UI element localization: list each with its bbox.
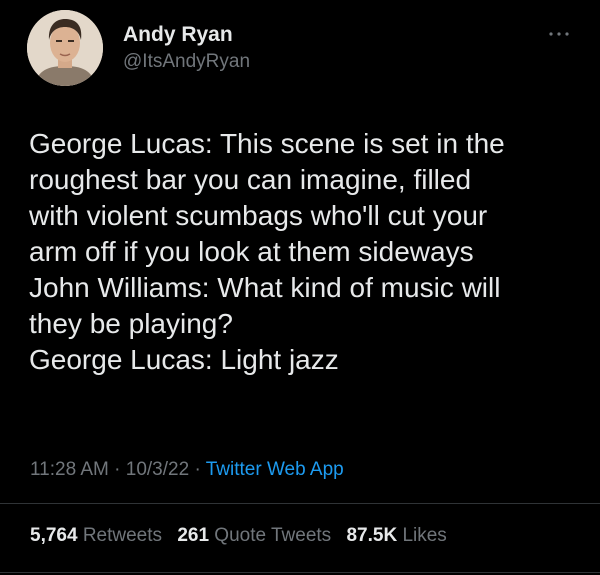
tweet-text-line: roughest bar you can imagine, filled	[29, 164, 472, 195]
retweets-stat[interactable]: 5,764 Retweets	[30, 525, 167, 546]
quote-tweets-count: 261	[177, 525, 210, 546]
likes-stat[interactable]: 87.5K Likes	[346, 525, 446, 546]
avatar-portrait-icon	[27, 10, 103, 86]
tweet: Andy Ryan @ItsAndyRyan George Lucas: Thi…	[0, 0, 600, 575]
tweet-stats: 5,764 Retweets 261 Quote Tweets 87.5K Li…	[30, 525, 447, 547]
tweet-meta: 11:28 AM · 10/3/22 · Twitter Web App	[30, 459, 344, 481]
quote-tweets-stat[interactable]: 261 Quote Tweets	[177, 525, 336, 546]
tweet-time[interactable]: 11:28 AM	[30, 459, 109, 480]
quote-tweets-label: Quote Tweets	[214, 525, 332, 546]
meta-separator: ·	[194, 459, 201, 480]
divider	[0, 503, 600, 504]
retweets-count: 5,764	[30, 525, 78, 546]
tweet-text-line: they be playing?	[29, 308, 233, 339]
tweet-date[interactable]: 10/3/22	[126, 459, 189, 480]
divider	[0, 572, 600, 573]
tweet-source-link[interactable]: Twitter Web App	[206, 459, 344, 480]
tweet-text-line: arm off if you look at them sideways	[29, 236, 474, 267]
author-handle[interactable]: @ItsAndyRyan	[123, 51, 250, 73]
meta-separator: ·	[114, 459, 121, 480]
author-name[interactable]: Andy Ryan	[123, 23, 233, 47]
more-horizontal-icon[interactable]	[547, 29, 571, 39]
likes-label: Likes	[402, 525, 447, 546]
tweet-text: George Lucas: This scene is set in the r…	[29, 126, 589, 378]
retweets-label: Retweets	[82, 525, 163, 546]
tweet-text-line: with violent scumbags who'll cut your	[29, 200, 488, 231]
tweet-text-line: John Williams: What kind of music will	[29, 272, 501, 303]
tweet-text-line: George Lucas: This scene is set in the	[29, 128, 505, 159]
likes-count: 87.5K	[346, 525, 398, 546]
tweet-text-line: George Lucas: Light jazz	[29, 344, 339, 375]
avatar[interactable]	[27, 10, 103, 86]
